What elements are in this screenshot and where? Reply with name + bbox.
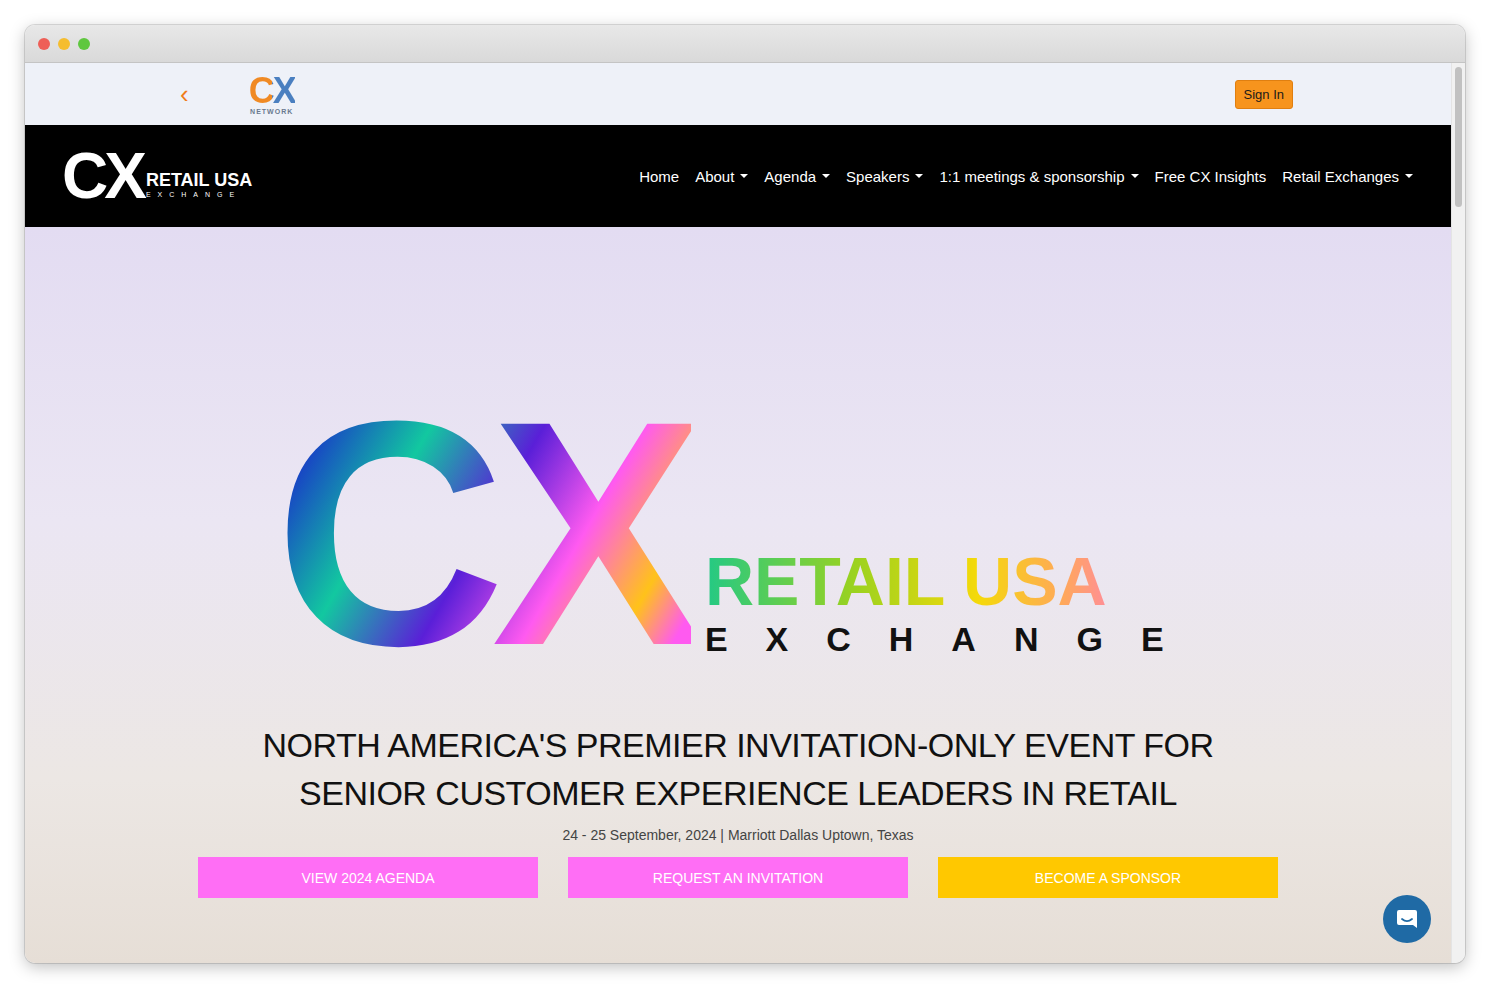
top-left: ‹ CXNETWORK: [180, 74, 295, 115]
chat-button[interactable]: [1383, 895, 1431, 943]
nav-item[interactable]: Speakers: [846, 168, 923, 185]
chat-icon: [1395, 907, 1419, 931]
caret-down-icon: [1405, 174, 1413, 178]
event-logo-subtitle: EXCHANGE: [146, 190, 252, 200]
event-logo-text: RETAIL USAEXCHANGE: [146, 152, 252, 200]
network-logo-caption: NETWORK: [250, 108, 293, 115]
event-logo-title: RETAIL USA: [146, 170, 252, 190]
hero-logo-subtitle: EXCHANGE: [705, 617, 1202, 661]
window-control-icon[interactable]: [38, 38, 50, 50]
content: ‹CXNETWORKSign InCXRETAIL USAEXCHANGEHom…: [25, 63, 1465, 963]
hero-logo-mark: CX: [274, 405, 691, 661]
nav-item[interactable]: 1:1 meetings & sponsorship: [939, 168, 1138, 185]
caret-down-icon: [1131, 174, 1139, 178]
scrollbar-thumb[interactable]: [1455, 67, 1462, 207]
network-logo-mark: CX: [249, 74, 295, 108]
window-control-icon[interactable]: [78, 38, 90, 50]
cta-button[interactable]: BECOME A SPONSOR: [938, 857, 1278, 898]
back-icon[interactable]: ‹: [180, 81, 189, 107]
network-logo[interactable]: CXNETWORK: [249, 74, 295, 115]
nav-item[interactable]: Free CX Insights: [1155, 168, 1267, 185]
cta-button[interactable]: REQUEST AN INVITATION: [568, 857, 908, 898]
web-page: ‹CXNETWORKSign InCXRETAIL USAEXCHANGEHom…: [25, 63, 1451, 963]
window-control-icon[interactable]: [58, 38, 70, 50]
scrollbar[interactable]: [1451, 63, 1465, 963]
nav-item[interactable]: Home: [639, 168, 679, 185]
caret-down-icon: [740, 174, 748, 178]
nav-bar: CXRETAIL USAEXCHANGE Home About Agenda Speak…: [25, 125, 1451, 227]
nav-item[interactable]: About: [695, 168, 748, 185]
nav-menu: Home About Agenda Speakers 1:1 meetings & sp…: [639, 168, 1413, 185]
headline-line: SENIOR CUSTOMER EXPERIENCE LEADERS IN RE…: [299, 769, 1177, 817]
hero-logo-text: RETAIL USAEXCHANGE: [705, 545, 1202, 661]
event-logo[interactable]: CXRETAIL USAEXCHANGE: [62, 144, 252, 208]
nav-item[interactable]: Agenda: [764, 168, 830, 185]
nav-item[interactable]: Retail Exchanges: [1282, 168, 1413, 185]
page: ‹CXNETWORKSign InCXRETAIL USAEXCHANGEHom…: [0, 0, 1491, 989]
event-logo-mark: CX: [62, 144, 143, 208]
hero: CXRETAIL USAEXCHANGE NORTH AMERICA'S PREM…: [25, 227, 1451, 963]
hero-logo: CXRETAIL USAEXCHANGE: [274, 405, 1201, 661]
hero-buttons: VIEW 2024 AGENDA REQUEST AN INVITATION BEC…: [198, 857, 1278, 898]
title-bar: [25, 25, 1465, 63]
headline: NORTH AMERICA'S PREMIER INVITATION-ONLY …: [262, 721, 1213, 817]
sign-in-button[interactable]: Sign In: [1235, 80, 1293, 109]
caret-down-icon: [915, 174, 923, 178]
hero-logo-title: RETAIL USA: [705, 545, 1202, 617]
top-bar: ‹ CXNETWORK Sign In: [25, 63, 1451, 125]
headline-line: NORTH AMERICA'S PREMIER INVITATION-ONLY …: [262, 721, 1213, 769]
cta-button[interactable]: VIEW 2024 AGENDA: [198, 857, 538, 898]
event-details: 24 - 25 September, 2024 | Marriott Dalla…: [562, 827, 913, 843]
browser-window: ‹CXNETWORKSign InCXRETAIL USAEXCHANGEHom…: [25, 25, 1465, 963]
caret-down-icon: [822, 174, 830, 178]
